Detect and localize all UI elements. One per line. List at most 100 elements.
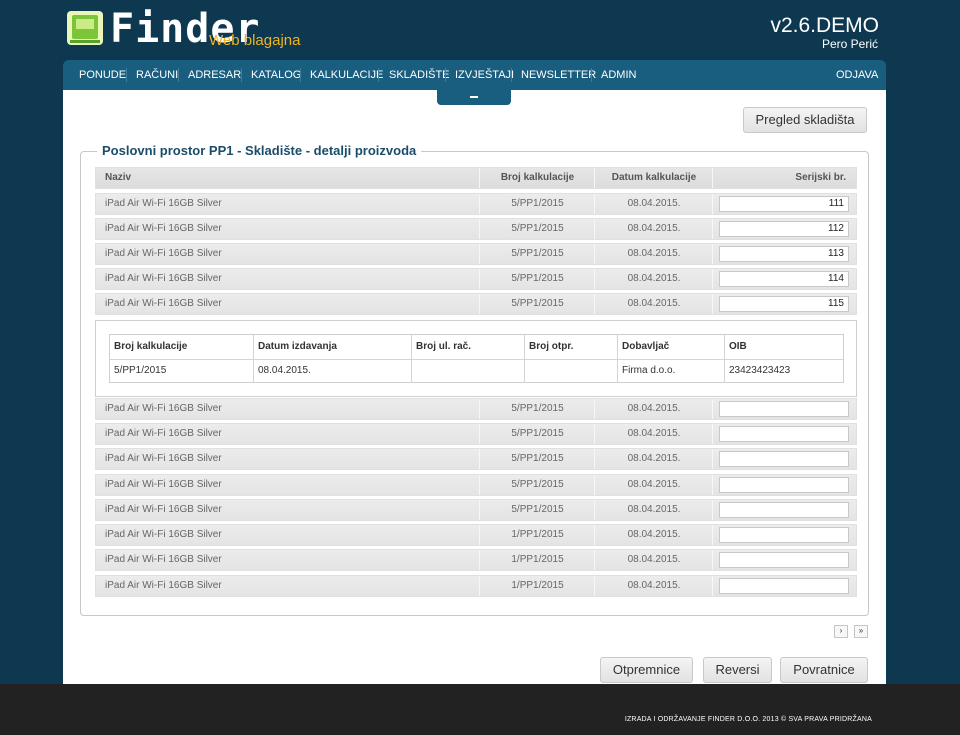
calculation-number: 5/PP1/2015 bbox=[511, 248, 564, 259]
serial-number-input[interactable] bbox=[719, 578, 849, 594]
nav-item-kalkulacije[interactable]: KALKULACIJE bbox=[310, 60, 383, 90]
detail-header-oib: OIB bbox=[729, 341, 747, 352]
calculation-date: 08.04.2015. bbox=[627, 580, 681, 591]
nav-item-newsletter[interactable]: NEWSLETTER bbox=[521, 60, 596, 90]
povratnice-button[interactable]: Povratnice bbox=[780, 657, 868, 683]
calculation-date: 08.04.2015. bbox=[627, 428, 681, 439]
otpremnice-button[interactable]: Otpremnice bbox=[600, 657, 693, 683]
serial-number-input[interactable] bbox=[719, 502, 849, 518]
column-header-broj-kalkulacije: Broj kalkulacije bbox=[500, 172, 575, 183]
serial-number-input[interactable] bbox=[719, 527, 849, 543]
nav-separator bbox=[300, 68, 301, 82]
nav-item-ponude[interactable]: PONUDE bbox=[79, 60, 126, 90]
column-divider bbox=[594, 576, 595, 596]
serial-number-input[interactable]: 114 bbox=[719, 271, 849, 287]
table-row: iPad Air Wi-Fi 16GB Silver 1/PP1/2015 08.0… bbox=[95, 549, 857, 571]
table-row: iPad Air Wi-Fi 16GB Silver 5/PP1/2015 08.0… bbox=[95, 293, 857, 315]
column-divider bbox=[712, 244, 713, 264]
serial-number-input[interactable]: 113 bbox=[719, 246, 849, 262]
column-divider bbox=[479, 194, 480, 214]
nav-separator bbox=[178, 68, 179, 82]
serial-number-input[interactable] bbox=[719, 451, 849, 467]
serial-number-input[interactable]: 112 bbox=[719, 221, 849, 237]
table-row: iPad Air Wi-Fi 16GB Silver 5/PP1/2015 08.0… bbox=[95, 243, 857, 265]
last-page-button[interactable]: » bbox=[854, 625, 868, 638]
calculation-number: 5/PP1/2015 bbox=[511, 504, 564, 515]
column-divider bbox=[594, 219, 595, 239]
version-label: v2.6.DEMO bbox=[770, 14, 879, 37]
product-name: iPad Air Wi-Fi 16GB Silver bbox=[105, 198, 222, 209]
column-divider bbox=[479, 525, 480, 545]
logout-link[interactable]: ODJAVA bbox=[836, 60, 878, 90]
nav-item-katalog[interactable]: KATALOG bbox=[251, 60, 301, 90]
column-header-serijski-br: Serijski br. bbox=[795, 172, 846, 183]
main-nav: PONUDE RAČUNI ADRESAR KATALOG KALKULACIJ… bbox=[63, 60, 886, 90]
calculation-number: 5/PP1/2015 bbox=[511, 428, 564, 439]
table-row: iPad Air Wi-Fi 16GB Silver 5/PP1/2015 08.0… bbox=[95, 474, 857, 496]
table-row: iPad Air Wi-Fi 16GB Silver 5/PP1/2015 08.0… bbox=[95, 398, 857, 420]
product-name: iPad Air Wi-Fi 16GB Silver bbox=[105, 554, 222, 565]
calculation-date: 08.04.2015. bbox=[627, 554, 681, 565]
column-divider bbox=[594, 449, 595, 469]
nav-item-adresar[interactable]: ADRESAR bbox=[188, 60, 241, 90]
calculation-number: 5/PP1/2015 bbox=[511, 403, 564, 414]
table-header-row: Naziv Broj kalkulacije Datum kalkulacije Se… bbox=[95, 167, 857, 189]
column-divider bbox=[594, 244, 595, 264]
column-divider bbox=[594, 525, 595, 545]
column-header-datum-kalkulacije: Datum kalkulacije bbox=[611, 172, 697, 183]
app-header: Finder Web blagajna v2.6.DEMO Pero Perić bbox=[0, 0, 960, 60]
product-name: iPad Air Wi-Fi 16GB Silver bbox=[105, 298, 222, 309]
calculation-date: 08.04.2015. bbox=[627, 298, 681, 309]
column-divider bbox=[594, 194, 595, 214]
column-divider bbox=[712, 168, 713, 188]
table-row: iPad Air Wi-Fi 16GB Silver 5/PP1/2015 08.0… bbox=[95, 448, 857, 470]
nav-separator bbox=[511, 68, 512, 82]
column-divider bbox=[712, 525, 713, 545]
column-divider bbox=[479, 550, 480, 570]
serial-number-input[interactable]: 115 bbox=[719, 296, 849, 312]
serial-number-input[interactable] bbox=[719, 426, 849, 442]
nav-separator bbox=[378, 68, 379, 82]
serial-number-input[interactable] bbox=[719, 552, 849, 568]
calculation-number: 1/PP1/2015 bbox=[511, 580, 564, 591]
table-row: iPad Air Wi-Fi 16GB Silver 1/PP1/2015 08.0… bbox=[95, 524, 857, 546]
product-name: iPad Air Wi-Fi 16GB Silver bbox=[105, 273, 222, 284]
panel-title: Poslovni prostor PP1 - Skladište - detal… bbox=[97, 143, 422, 158]
serial-number-input[interactable]: 111 bbox=[719, 196, 849, 212]
detail-value-oib: 23423423423 bbox=[729, 365, 791, 376]
serial-number-input[interactable] bbox=[719, 477, 849, 493]
column-divider bbox=[479, 449, 480, 469]
nav-separator bbox=[591, 68, 592, 82]
column-divider bbox=[712, 399, 713, 419]
product-name: iPad Air Wi-Fi 16GB Silver bbox=[105, 479, 222, 490]
column-divider bbox=[479, 424, 480, 444]
product-name: iPad Air Wi-Fi 16GB Silver bbox=[105, 580, 222, 591]
calculation-number: 5/PP1/2015 bbox=[511, 453, 564, 464]
reversi-button[interactable]: Reversi bbox=[703, 657, 772, 683]
calculation-date: 08.04.2015. bbox=[627, 223, 681, 234]
column-divider bbox=[712, 219, 713, 239]
nav-collapse-toggle[interactable] bbox=[437, 90, 511, 105]
overview-warehouse-button[interactable]: Pregled skladišta bbox=[743, 107, 867, 133]
column-divider bbox=[594, 550, 595, 570]
column-divider bbox=[594, 269, 595, 289]
footer: IZRADA I ODRŽAVANJE FINDER D.O.O. 2013 ©… bbox=[0, 684, 960, 735]
column-divider bbox=[479, 475, 480, 495]
nav-item-izvjestaji[interactable]: IZVJEŠTAJI bbox=[455, 60, 514, 90]
serial-number-input[interactable] bbox=[719, 401, 849, 417]
product-name: iPad Air Wi-Fi 16GB Silver bbox=[105, 248, 222, 259]
nav-item-admin[interactable]: ADMIN bbox=[601, 60, 636, 90]
column-divider bbox=[712, 424, 713, 444]
next-page-button[interactable]: › bbox=[834, 625, 848, 638]
column-divider bbox=[712, 500, 713, 520]
detail-value-broj-kalkulacije: 5/PP1/2015 bbox=[114, 365, 167, 376]
nav-item-racuni[interactable]: RAČUNI bbox=[136, 60, 178, 90]
table-row: iPad Air Wi-Fi 16GB Silver 5/PP1/2015 08.0… bbox=[95, 499, 857, 521]
detail-panel: Broj kalkulacije 5/PP1/2015 Datum izdavanj… bbox=[95, 320, 857, 397]
column-divider bbox=[479, 269, 480, 289]
calculation-number: 5/PP1/2015 bbox=[511, 479, 564, 490]
column-divider bbox=[594, 500, 595, 520]
minus-icon bbox=[470, 96, 478, 98]
detail-value-dobavljac: Firma d.o.o. bbox=[622, 365, 676, 376]
nav-item-skladiste[interactable]: SKLADIŠTE bbox=[389, 60, 450, 90]
